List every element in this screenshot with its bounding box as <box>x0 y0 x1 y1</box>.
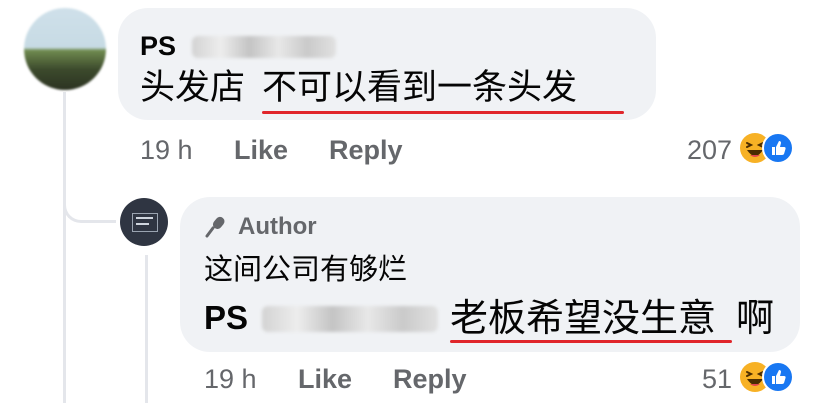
comment-author-name[interactable]: PS <box>140 30 176 62</box>
comment-reaction-count[interactable]: 207 <box>660 134 732 166</box>
thread-line-vertical <box>63 92 66 403</box>
comment-timestamp[interactable]: 19 h <box>140 134 193 166</box>
microphone-icon <box>205 216 225 238</box>
author-badge-label: Author <box>238 213 317 240</box>
reply-bubble: Author 这间公司有够烂 PS 老板希望没生意 啊 <box>180 197 800 352</box>
reply-timestamp[interactable]: 19 h <box>204 363 257 395</box>
comment-like-button[interactable]: Like <box>234 134 288 166</box>
comment-reply-button[interactable]: Reply <box>329 134 403 166</box>
reply-line-1: 这间公司有够烂 <box>204 252 408 286</box>
author-avatar[interactable] <box>120 198 168 246</box>
reply-mention-name[interactable]: PS <box>204 299 248 337</box>
comment-text-highlighted: 不可以看到一条头发 <box>262 68 578 108</box>
thread-line-reply-vertical <box>145 255 148 403</box>
reply-like-button[interactable]: Like <box>298 363 352 395</box>
reply-reply-button[interactable]: Reply <box>393 363 467 395</box>
comment-bubble: PS 头发店 不可以看到一条头发 <box>118 8 656 120</box>
comment-author-name-redacted <box>192 36 336 58</box>
like-thumb-icon <box>762 132 794 164</box>
comment-underline <box>262 111 624 114</box>
comment-text-plain: 头发店 <box>140 68 246 108</box>
reply-line-2-highlighted: 老板希望没生意 <box>450 296 717 340</box>
reply-reaction-count[interactable]: 51 <box>680 363 732 395</box>
reply-underline <box>450 340 732 343</box>
like-thumb-icon <box>762 361 794 393</box>
reply-line-2-tail: 啊 <box>736 296 775 340</box>
author-avatar-logo <box>132 213 158 232</box>
thread-line-connector <box>63 198 116 223</box>
reply-mention-redacted <box>262 306 438 332</box>
commenter-avatar[interactable] <box>24 8 106 90</box>
